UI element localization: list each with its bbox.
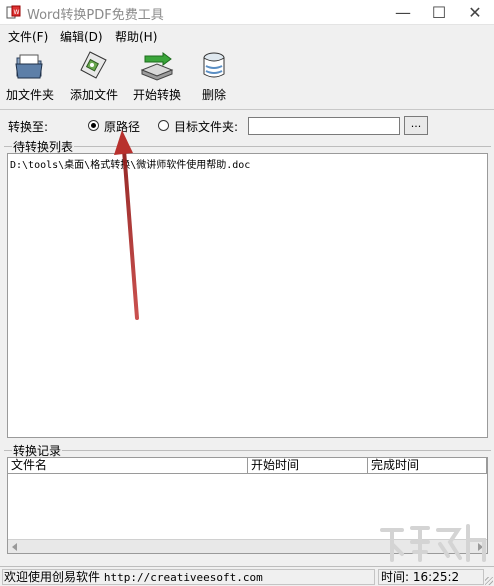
convert-to-row: 转换至: 原路径 目标文件夹: ... (0, 114, 494, 138)
start-convert-button[interactable]: 开始转换 (130, 50, 184, 108)
start-convert-label: 开始转换 (132, 88, 181, 102)
browse-button[interactable]: ... (404, 116, 428, 135)
pending-list[interactable]: D:\tools\桌面\格式转换\微讲师软件使用帮助.doc (7, 153, 488, 438)
target-folder-input[interactable] (248, 117, 400, 135)
delete-icon (203, 52, 225, 78)
status-time-value: 16:25:2 (412, 570, 460, 584)
log-header: 文件名 开始时间 完成时间 (8, 458, 487, 474)
svg-text:W: W (14, 9, 20, 16)
convert-to-label: 转换至: (8, 120, 49, 134)
close-button[interactable]: ✕ (457, 0, 493, 25)
folder-icon (15, 54, 43, 79)
app-icon: W (6, 5, 21, 19)
original-path-radio[interactable] (88, 120, 99, 131)
add-folder-label: 加文件夹 (5, 88, 54, 102)
column-end-time[interactable]: 完成时间 (368, 458, 487, 474)
title-bar: W Word转换PDF免费工具 — ☐ ✕ (0, 0, 494, 25)
column-filename[interactable]: 文件名 (8, 458, 248, 474)
start-convert-icon (140, 52, 174, 81)
status-welcome-panel: 欢迎使用创易软件 http://creativeesoft.com (2, 569, 375, 585)
list-item[interactable]: D:\tools\桌面\格式转换\微讲师软件使用帮助.doc (10, 156, 250, 171)
scroll-left-icon[interactable] (12, 543, 17, 551)
delete-button[interactable]: 删除 (194, 50, 234, 108)
watermark-logo (380, 524, 486, 562)
status-time-panel: 时间: 16:25:2 (378, 569, 484, 585)
window-title: Word转换PDF免费工具 (27, 8, 164, 23)
target-folder-label[interactable]: 目标文件夹: (174, 118, 238, 135)
add-file-label: 添加文件 (69, 88, 118, 102)
add-file-icon (80, 51, 107, 79)
minimize-icon: — (395, 3, 411, 22)
resize-grip-icon[interactable] (485, 577, 493, 585)
menu-bar: 文件(F) 编辑(D) 帮助(H) (0, 26, 494, 46)
original-path-label[interactable]: 原路径 (104, 118, 140, 135)
menu-help[interactable]: 帮助(H) (115, 28, 157, 45)
add-folder-button[interactable]: 加文件夹 (4, 50, 56, 108)
minimize-button[interactable]: — (385, 0, 421, 25)
target-folder-radio[interactable] (158, 120, 169, 131)
menu-file[interactable]: 文件(F) (8, 28, 48, 45)
toolbar: 加文件夹 添加文件 开始转换 删除 (0, 48, 494, 110)
close-icon: ✕ (468, 3, 482, 22)
status-bar: 欢迎使用创易软件 http://creativeesoft.com 时间: 16… (0, 566, 494, 586)
menu-edit[interactable]: 编辑(D) (60, 28, 103, 45)
maximize-icon: ☐ (431, 3, 447, 22)
status-welcome: 欢迎使用创易软件 (4, 570, 101, 584)
status-time-label: 时间: (381, 570, 410, 584)
maximize-button[interactable]: ☐ (421, 0, 457, 25)
status-url: http://creativeesoft.com (103, 571, 263, 584)
delete-label: 删除 (201, 88, 226, 102)
add-file-button[interactable]: 添加文件 (67, 50, 121, 108)
column-start-time[interactable]: 开始时间 (248, 458, 368, 474)
